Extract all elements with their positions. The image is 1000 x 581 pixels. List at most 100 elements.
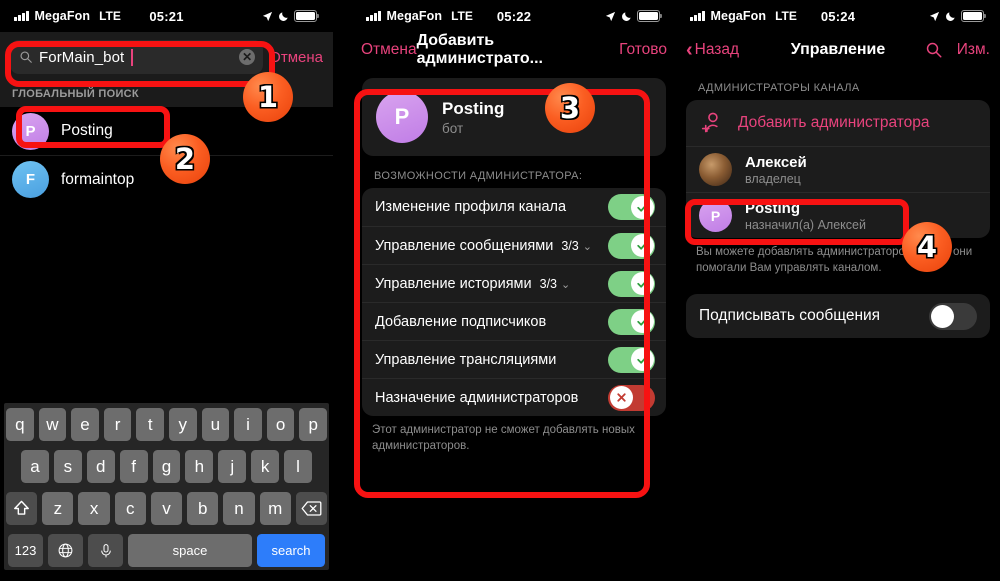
chevron-down-icon[interactable]: ⌄ — [583, 240, 592, 253]
numbers-key[interactable]: 123 — [8, 534, 43, 567]
space-key[interactable]: space — [128, 534, 252, 567]
permission-row-assign-admins[interactable]: Назначение администраторов — [362, 378, 666, 416]
admins-card: Добавить администратора Алексей владелец… — [686, 100, 990, 238]
key-l[interactable]: l — [284, 450, 313, 483]
backspace-icon[interactable] — [295, 492, 327, 525]
nav-bar: ‹ Назад Управление Изм. — [676, 32, 1000, 68]
key-d[interactable]: d — [86, 450, 115, 483]
add-admin-label: Добавить администратора — [738, 114, 930, 131]
avatar: F — [12, 161, 49, 198]
toggle-on[interactable] — [608, 308, 655, 335]
search-input[interactable]: ForMain_bot ✕ — [10, 40, 264, 74]
toggle-on[interactable] — [608, 346, 655, 373]
toggle-knob — [630, 234, 654, 257]
status-bar-left: MegaFon LTE — [366, 9, 473, 23]
microphone-icon[interactable] — [88, 534, 123, 567]
permissions-card: Изменение профиля канала Управление сооб… — [362, 188, 666, 416]
search-icon — [20, 51, 32, 63]
key-e[interactable]: e — [71, 408, 99, 441]
permissions-header: ВОЗМОЖНОСТИ АДМИНИСТРАТОРА: — [374, 170, 583, 182]
key-r[interactable]: r — [103, 408, 132, 441]
key-f[interactable]: f — [119, 450, 148, 483]
permission-row-profile[interactable]: Изменение профиля канала — [362, 188, 666, 226]
key-m[interactable]: m — [259, 492, 291, 525]
result-name: formaintop — [61, 170, 135, 188]
bot-card[interactable]: P Posting бот — [362, 78, 666, 156]
admin-row-owner[interactable]: Алексей владелец — [686, 146, 990, 192]
battery-icon — [637, 10, 663, 22]
permission-row-stories[interactable]: Управление историями 3/3 ⌄ — [362, 264, 666, 302]
permission-row-add-subscribers[interactable]: Добавление подписчиков — [362, 302, 666, 340]
key-z[interactable]: z — [42, 492, 74, 525]
admin-info: Алексей владелец — [745, 154, 807, 186]
sign-messages-card: Подписывать сообщения — [686, 294, 990, 339]
toggle-knob — [609, 386, 633, 409]
key-w[interactable]: w — [38, 408, 67, 441]
shift-icon[interactable] — [6, 492, 38, 525]
sign-messages-row[interactable]: Подписывать сообщения — [686, 294, 990, 338]
search-key[interactable]: search — [257, 534, 325, 567]
key-k[interactable]: k — [251, 450, 280, 483]
sign-messages-toggle[interactable] — [929, 302, 977, 330]
text-caret — [131, 48, 133, 66]
chevron-left-icon[interactable]: ‹ — [686, 40, 693, 60]
bot-name: Posting — [442, 98, 505, 118]
key-j[interactable]: j — [218, 450, 247, 483]
network-type: LTE — [451, 9, 473, 23]
done-button[interactable]: Готово — [619, 41, 667, 59]
key-g[interactable]: g — [152, 450, 181, 483]
keyboard-row-4: 123 space search — [6, 534, 327, 567]
add-admin-row[interactable]: Добавить администратора — [686, 100, 990, 146]
key-s[interactable]: s — [53, 450, 82, 483]
close-icon — [616, 393, 626, 402]
edit-button[interactable]: Изм. — [957, 41, 990, 59]
admin-name: Posting — [745, 199, 800, 217]
chevron-down-icon[interactable]: ⌄ — [561, 278, 570, 291]
permissions-footer: Этот администратор не сможет добавлять н… — [372, 424, 635, 452]
toggle-knob — [630, 348, 654, 371]
check-icon — [636, 241, 648, 250]
step-badge-2: 2 — [160, 134, 210, 184]
key-h[interactable]: h — [185, 450, 214, 483]
key-y[interactable]: y — [169, 408, 197, 441]
signal-bars-icon — [690, 11, 705, 21]
avatar: P — [376, 91, 428, 143]
key-t[interactable]: t — [136, 408, 164, 441]
key-x[interactable]: x — [78, 492, 110, 525]
key-n[interactable]: n — [223, 492, 255, 525]
back-button[interactable]: Назад — [695, 41, 739, 59]
permission-row-broadcasts[interactable]: Управление трансляциями — [362, 340, 666, 378]
key-p[interactable]: p — [299, 408, 327, 441]
clear-icon[interactable]: ✕ — [239, 49, 256, 65]
status-bar: MegaFon LTE 05:21 — [0, 0, 333, 32]
key-c[interactable]: c — [114, 492, 146, 525]
key-i[interactable]: i — [234, 408, 262, 441]
search-icon[interactable] — [925, 41, 943, 59]
key-a[interactable]: a — [21, 450, 49, 483]
status-bar: MegaFon LTE 05:22 — [352, 0, 676, 32]
toggle-on[interactable] — [608, 270, 655, 297]
keyboard-row-1: q w e r t y u i o p — [6, 408, 327, 441]
phone-panel-add-admin: MegaFon LTE 05:22 Отмена Добавить админи… — [352, 0, 676, 581]
step-badge-1: 1 — [243, 72, 293, 122]
permission-label: Управление историями — [375, 275, 532, 292]
key-b[interactable]: b — [187, 492, 219, 525]
key-u[interactable]: u — [201, 408, 230, 441]
permission-row-messages[interactable]: Управление сообщениями 3/3 ⌄ — [362, 226, 666, 264]
cancel-button[interactable]: Отмена — [361, 41, 417, 59]
location-arrow-icon — [605, 11, 616, 21]
toggle-off[interactable] — [608, 384, 655, 411]
page-title: Добавить администрато... — [416, 32, 543, 67]
result-name: Posting — [61, 122, 113, 139]
globe-icon[interactable] — [48, 534, 83, 567]
toggle-on[interactable] — [608, 194, 655, 220]
search-cancel-button[interactable]: Отмена — [269, 49, 325, 66]
add-person-icon — [701, 112, 718, 133]
key-v[interactable]: v — [150, 492, 183, 525]
toggle-on[interactable] — [608, 232, 655, 259]
key-o[interactable]: o — [266, 408, 295, 441]
battery-icon — [294, 10, 320, 22]
signal-bars-icon — [366, 11, 381, 21]
key-q[interactable]: q — [6, 408, 34, 441]
step-badge-4: 4 — [902, 222, 952, 272]
